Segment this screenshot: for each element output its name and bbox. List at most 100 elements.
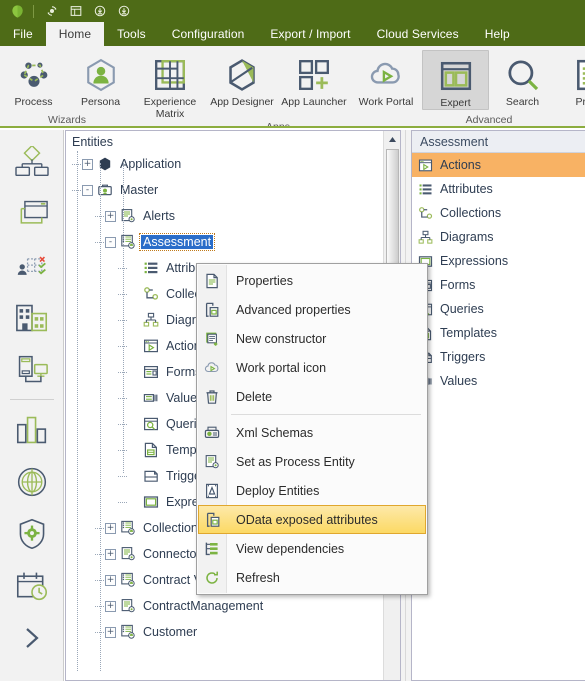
tree-collapse-icon[interactable]: - <box>105 236 116 248</box>
globe-icon[interactable] <box>4 456 60 508</box>
titlebar-separator <box>33 4 34 18</box>
tree-expand-icon[interactable]: + <box>82 158 93 170</box>
context-menu[interactable]: Properties Advanced properties New constru… <box>196 263 428 595</box>
context-menu-item-advanced-properties[interactable]: Advanced properties <box>197 295 427 324</box>
tree-node-contractmanagement[interactable]: + ContractManagement <box>72 593 400 619</box>
menu-bar: File Home Tools Configuration Export / Impor… <box>0 22 585 46</box>
context-menu-item-label: Xml Schemas <box>236 425 314 440</box>
tree-node-application[interactable]: + Application <box>72 151 400 177</box>
tree-node-customer[interactable]: + Customer <box>72 619 400 645</box>
menu-tab-configuration[interactable]: Configuration <box>159 22 258 46</box>
assessment-item-values[interactable]: Values <box>412 369 585 393</box>
menu-tab-export-import[interactable]: Export / Import <box>257 22 363 46</box>
scroll-up-arrow-icon[interactable] <box>384 131 400 148</box>
ribbon-group-apps: Experience Matrix App Designer App Launche… <box>134 46 422 126</box>
assessment-item-diagrams[interactable]: Diagrams <box>412 225 585 249</box>
tree-expand-icon[interactable]: + <box>105 210 116 222</box>
menu-tab-help[interactable]: Help <box>472 22 523 46</box>
menu-tab-cloud-services[interactable]: Cloud Services <box>364 22 472 46</box>
ribbon-button-persona[interactable]: Persona <box>67 50 134 108</box>
shield-gear-icon[interactable] <box>4 508 60 560</box>
app-launcher-icon <box>297 55 331 95</box>
tree-expand-icon[interactable]: + <box>105 626 116 638</box>
assessment-item-templates[interactable]: Templates <box>412 321 585 345</box>
ribbon-button-work-portal[interactable]: Work Portal <box>350 50 422 108</box>
tree-node-label: Assessment <box>138 233 216 251</box>
context-menu-item-deploy-entities[interactable]: Deploy Entities <box>197 476 427 505</box>
ribbon-button-expert[interactable]: Expert <box>422 50 489 110</box>
calendar-clock-icon[interactable] <box>4 560 60 612</box>
rail-divider <box>9 399 54 400</box>
values-icon <box>141 389 160 407</box>
assessment-item-list[interactable]: Actions Attributes Collections Diagrams Expr… <box>412 153 585 393</box>
ribbon-button-app-launcher[interactable]: App Launcher <box>278 50 350 108</box>
org-chart-icon[interactable] <box>4 136 60 188</box>
user-tasks-icon[interactable] <box>4 240 60 292</box>
context-menu-item-delete[interactable]: Delete <box>197 382 427 411</box>
context-menu-item-odata-exposed-attributes[interactable]: OData exposed attributes <box>198 505 426 534</box>
app-designer-icon <box>225 55 259 95</box>
xml-schemas-icon <box>197 425 226 441</box>
left-icon-rail <box>0 130 64 681</box>
ribbon-button-prope[interactable]: Prope <box>556 50 585 108</box>
tree-expand-icon[interactable]: + <box>105 600 116 612</box>
ribbon-button-process[interactable]: Process <box>0 50 67 108</box>
context-menu-item-xml-schemas[interactable]: Xml Schemas <box>197 418 427 447</box>
attributes-icon <box>416 180 435 198</box>
ribbon-toolbar: Process Persona Wizards Experience Matrix Ap… <box>0 46 585 128</box>
context-menu-item-view-dependencies[interactable]: View dependencies <box>197 534 427 563</box>
ribbon-button-label: Search <box>505 96 540 108</box>
tree-expand-icon[interactable]: + <box>105 574 116 586</box>
tree-node-assessment[interactable]: - Assessment <box>72 229 400 255</box>
expand-chevron-icon[interactable] <box>4 612 60 664</box>
context-menu-item-label: Delete <box>236 389 273 404</box>
tree-node-master[interactable]: - Master <box>72 177 400 203</box>
expert-icon <box>439 56 473 96</box>
tree-node-alerts[interactable]: + Alerts <box>72 203 400 229</box>
trash-icon <box>197 389 226 405</box>
tree-guide-line <box>77 151 78 671</box>
context-menu-item-refresh[interactable]: Refresh <box>197 563 427 592</box>
menu-tab-file[interactable]: File <box>0 22 46 46</box>
assessment-item-expressions[interactable]: Expressions <box>412 249 585 273</box>
tree-expand-icon[interactable]: + <box>105 548 116 560</box>
ribbon-group-label <box>556 113 585 126</box>
tree-guide-line <box>100 163 101 671</box>
ribbon-button-experience-matrix[interactable]: Experience Matrix <box>134 50 206 120</box>
tree-scroll-thumb[interactable] <box>386 149 399 277</box>
briefcase-icon <box>95 181 114 199</box>
assessment-item-queries[interactable]: Queries <box>412 297 585 321</box>
refresh-circle-icon[interactable] <box>41 1 63 21</box>
assessment-item-label: Forms <box>440 278 476 292</box>
buildings-icon[interactable] <box>4 292 60 344</box>
context-menu-item-work-portal-icon[interactable]: Work portal icon <box>197 353 427 382</box>
tree-expand-icon[interactable]: + <box>105 522 116 534</box>
assessment-item-label: Diagrams <box>440 230 494 244</box>
assessment-item-label: Values <box>440 374 478 388</box>
ribbon-button-label: Process <box>14 96 53 108</box>
menu-tab-tools[interactable]: Tools <box>104 22 159 46</box>
diagrams-icon <box>141 311 160 329</box>
ribbon-button-search[interactable]: Search <box>489 50 556 108</box>
tree-collapse-icon[interactable]: - <box>82 184 93 196</box>
entity-alert-icon <box>118 597 137 615</box>
templates-icon <box>141 441 160 459</box>
assessment-item-forms[interactable]: Forms <box>412 273 585 297</box>
assessment-item-actions[interactable]: Actions <box>412 153 585 177</box>
context-menu-item-label: Advanced properties <box>236 302 351 317</box>
context-menu-item-label: Properties <box>236 273 293 288</box>
ribbon-button-app-designer[interactable]: App Designer <box>206 50 278 108</box>
context-menu-item-properties[interactable]: Properties <box>197 266 427 295</box>
download-circle-alt-icon[interactable] <box>113 1 135 21</box>
context-menu-item-set-as-process-entity[interactable]: Set as Process Entity <box>197 447 427 476</box>
assessment-item-collections[interactable]: Collections <box>412 201 585 225</box>
menu-tab-home[interactable]: Home <box>45 22 105 46</box>
devices-icon[interactable] <box>4 344 60 396</box>
assessment-item-attributes[interactable]: Attributes <box>412 177 585 201</box>
window-forms-icon[interactable] <box>4 188 60 240</box>
bar-chart-icon[interactable] <box>4 404 60 456</box>
context-menu-item-new-constructor[interactable]: New constructor <box>197 324 427 353</box>
window-layout-icon[interactable] <box>65 1 87 21</box>
download-circle-icon[interactable] <box>89 1 111 21</box>
assessment-item-triggers[interactable]: Triggers <box>412 345 585 369</box>
